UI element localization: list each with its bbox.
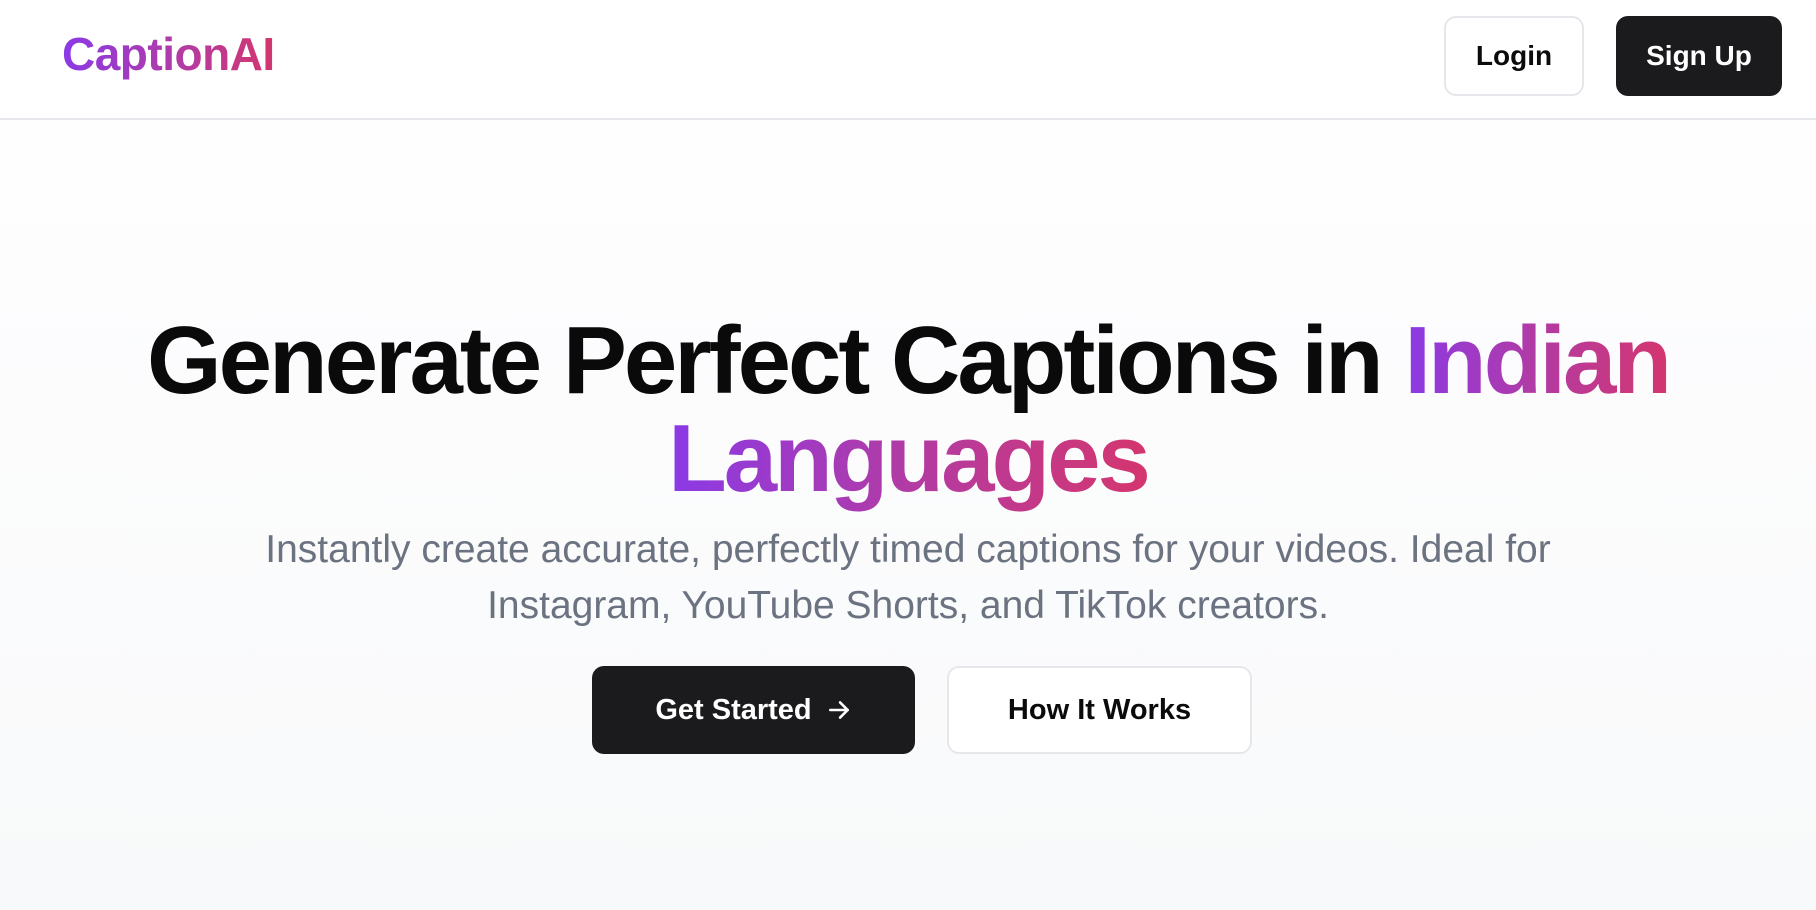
top-nav: CaptionAI Login Sign Up <box>0 0 1816 120</box>
hero-title-highlight-languages: Languages <box>668 405 1151 512</box>
logo[interactable]: CaptionAI <box>62 26 275 82</box>
signup-button[interactable]: Sign Up <box>1616 16 1782 96</box>
hero-title-main: Generate Perfect Captions in <box>146 307 1384 414</box>
hero-subtitle-line-1: Instantly create accurate, perfectly tim… <box>265 528 1551 571</box>
how-it-works-button[interactable]: How It Works <box>947 666 1252 754</box>
landing-page: CaptionAI Login Sign Up Generate Perfect… <box>0 0 1816 910</box>
hero-title: Generate Perfect Captions in Indian Lang… <box>0 312 1816 508</box>
arrow-right-icon <box>826 697 852 723</box>
get-started-label: Get Started <box>655 693 812 726</box>
hero-subtitle: Instantly create accurate, perfectly tim… <box>208 522 1608 634</box>
get-started-button[interactable]: Get Started <box>592 666 915 754</box>
hero-subtitle-line-2: Instagram, YouTube Shorts, and TikTok cr… <box>487 584 1329 627</box>
login-button[interactable]: Login <box>1444 16 1584 96</box>
hero-title-highlight-indian: Indian <box>1404 307 1672 414</box>
